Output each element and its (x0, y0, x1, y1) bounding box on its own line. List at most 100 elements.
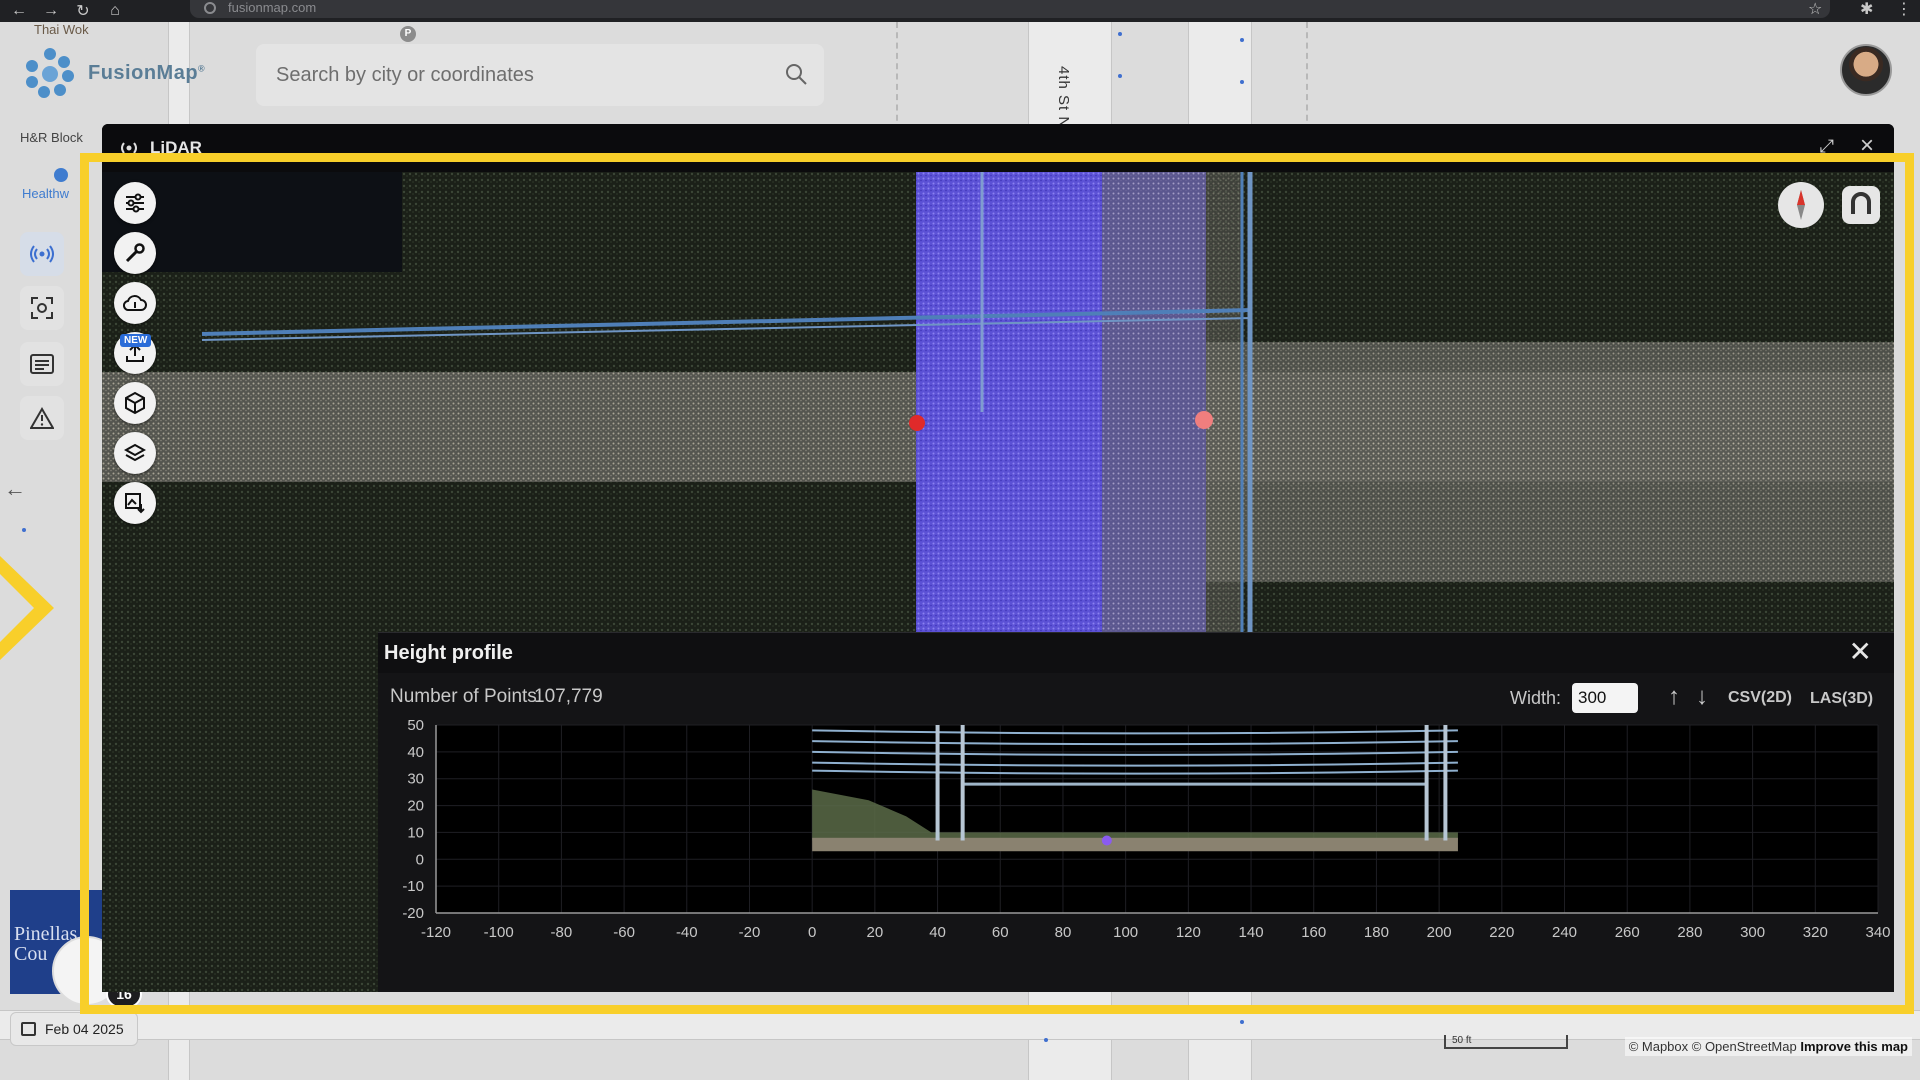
x-tick-label: 320 (1803, 924, 1828, 941)
browser-toolbar: ← → ↻ ⌂ fusionmap.com ☆ ✱ ⋮ (0, 0, 1920, 22)
x-tick-label: -80 (551, 924, 573, 941)
address-bar[interactable]: fusionmap.com (190, 0, 1830, 18)
height-profile-title: Height profile (384, 642, 513, 664)
expand-icon[interactable]: ⤢ (1820, 136, 1834, 157)
x-tick-label: -100 (484, 924, 514, 941)
y-tick-label: -10 (402, 878, 424, 895)
date-value: Feb 04 2025 (45, 1021, 124, 1037)
search-input[interactable] (256, 44, 824, 106)
export-csv-button[interactable]: CSV(2D) (1728, 689, 1792, 707)
x-tick-label: 340 (1865, 924, 1890, 941)
measure-tool-button[interactable] (114, 232, 156, 274)
lidar-layer-button[interactable] (20, 232, 64, 276)
arrow-down-icon[interactable]: ↓ (1696, 683, 1708, 711)
points-count-value: 107,779 (534, 686, 603, 707)
height-profile-chart[interactable]: -120 -100 -80 -60 -40 -20 0 20 40 60 80 100 120 140 16… (378, 717, 1894, 993)
y-tick-label: -20 (402, 905, 424, 922)
map-attribution: © Mapbox © OpenStreetMap Improve this ma… (1624, 1037, 1912, 1056)
settings-tool-button[interactable] (114, 182, 156, 224)
parking-poi-icon[interactable]: P (400, 26, 416, 42)
search-box[interactable] (256, 44, 824, 106)
image-download-icon (125, 493, 145, 514)
search-icon[interactable] (784, 62, 808, 86)
wrench-icon (125, 243, 145, 263)
x-tick-label: 20 (867, 924, 884, 941)
map-dot (1118, 32, 1122, 36)
x-tick-label: 260 (1615, 924, 1640, 941)
width-input[interactable] (1572, 683, 1638, 713)
forward-icon[interactable]: → (38, 0, 64, 22)
x-tick-label: 60 (992, 924, 1009, 941)
x-tick-label: 0 (808, 924, 816, 941)
cloud-tool-button[interactable] (114, 282, 156, 324)
bookmark-star-icon[interactable]: ☆ (1808, 0, 1822, 20)
x-tick-label: 300 (1740, 924, 1765, 941)
scan-icon (31, 297, 53, 319)
lidar-header: LiDAR ⤢ × (102, 124, 1894, 172)
map-dot (1240, 1020, 1244, 1024)
map-road (0, 1010, 1920, 1040)
map-dot (1118, 74, 1122, 78)
layers-button[interactable] (114, 432, 156, 474)
y-tick-label: 50 (407, 717, 424, 734)
height-profile-close-button[interactable]: ✕ (1849, 637, 1872, 667)
pointer-arrow-icon (0, 556, 54, 660)
x-tick-label: 220 (1489, 924, 1514, 941)
magnet-icon (1851, 192, 1871, 214)
health-poi-icon[interactable] (54, 168, 68, 182)
home-icon[interactable]: ⌂ (102, 0, 128, 22)
map-label-thai-wok: Thai Wok (34, 22, 89, 37)
y-tick-label: 30 (407, 771, 424, 788)
y-tick-label: 10 (407, 824, 424, 841)
reload-icon[interactable]: ↻ (70, 0, 96, 22)
y-tick-label: 40 (407, 744, 424, 761)
profile-start-marker[interactable] (909, 415, 925, 431)
x-tick-label: 80 (1055, 924, 1072, 941)
browser-menu-icon[interactable]: ⋮ (1896, 0, 1912, 20)
x-tick-label: 40 (929, 924, 946, 941)
signal-icon (121, 142, 137, 154)
date-selector[interactable]: Feb 04 2025 (10, 1012, 138, 1046)
height-profile-header: Height profile ✕ (378, 633, 1894, 673)
points-count-label: Number of Points: (390, 686, 543, 707)
x-tick-label: 140 (1239, 924, 1264, 941)
x-tick-label: 280 (1677, 924, 1702, 941)
lidar-title: LiDAR (150, 138, 202, 157)
reports-button[interactable] (20, 342, 64, 386)
x-tick-label: -120 (421, 924, 451, 941)
extensions-icon[interactable]: ✱ (1860, 0, 1873, 20)
map-label-hr-block: H&R Block (20, 130, 83, 145)
alerts-button[interactable] (20, 396, 64, 440)
fusionmap-logo-icon[interactable] (20, 44, 80, 104)
lidar-close-button[interactable]: × (1860, 132, 1874, 160)
x-tick-label: 200 (1427, 924, 1452, 941)
compass-button[interactable] (1778, 182, 1824, 228)
calendar-icon (21, 1022, 36, 1036)
map-dot (1044, 1038, 1048, 1042)
x-tick-label: 120 (1176, 924, 1201, 941)
ground-points (812, 837, 1458, 852)
collapse-arrow-icon[interactable]: ← (4, 476, 26, 502)
list-icon (30, 354, 54, 374)
url-text: fusionmap.com (228, 0, 317, 15)
profile-end-marker[interactable] (1195, 411, 1213, 429)
logo-wordmark[interactable]: FusionMap® (88, 62, 205, 85)
profile-cursor-marker (1101, 835, 1112, 846)
3d-view-button[interactable] (114, 382, 156, 424)
improve-map-link[interactable]: Improve this map (1800, 1039, 1908, 1054)
snap-button[interactable] (1842, 186, 1880, 224)
site-info-icon[interactable] (204, 2, 216, 14)
export-las-button[interactable]: LAS(3D) (1810, 690, 1873, 708)
x-tick-label: 100 (1113, 924, 1138, 941)
new-feature-tag: NEW (120, 334, 152, 347)
arrow-up-icon[interactable]: ↑ (1668, 683, 1680, 711)
back-icon[interactable]: ← (6, 0, 32, 22)
map-scale-bar: 50 ft (1444, 1035, 1568, 1049)
cloud-icon (123, 295, 147, 311)
scan-button[interactable] (20, 286, 64, 330)
sliders-icon (126, 193, 144, 213)
plot-area (436, 725, 1878, 913)
user-avatar[interactable] (1840, 44, 1892, 96)
export-image-button[interactable] (114, 482, 156, 524)
x-tick-label: -60 (613, 924, 635, 941)
